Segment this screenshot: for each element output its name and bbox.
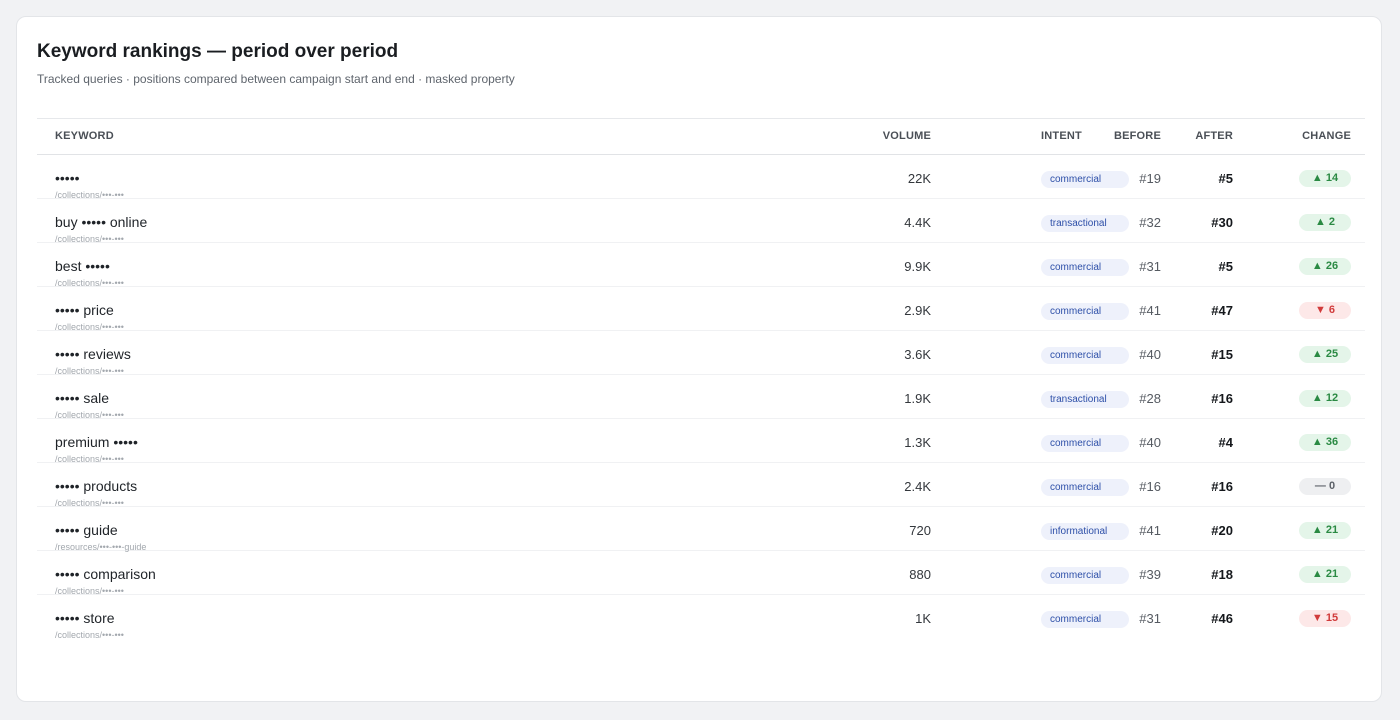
before-position: #31 <box>1139 611 1161 626</box>
after-position: #30 <box>1211 215 1233 230</box>
before-position: #32 <box>1139 215 1161 230</box>
change-badge: ▲ 14 <box>1299 170 1351 187</box>
change-badge: ▼ 15 <box>1299 610 1351 627</box>
change-badge: ▲ 21 <box>1299 566 1351 583</box>
keyword-text: best ••••• <box>55 258 110 274</box>
table-row[interactable]: ••••• price /collections/•••-••• 2.9K co… <box>37 287 1365 332</box>
keyword-text: buy ••••• online <box>55 214 148 230</box>
volume-value: 3.6K <box>904 347 931 362</box>
table-row[interactable]: best ••••• /collections/•••-••• 9.9K com… <box>37 243 1365 288</box>
volume-value: 880 <box>909 567 931 582</box>
keyword-text: ••••• guide <box>55 522 118 538</box>
after-position: #5 <box>1218 259 1233 274</box>
change-badge: ▼ 6 <box>1299 302 1351 319</box>
change-badge: ▲ 21 <box>1299 522 1351 539</box>
keyword-text: ••••• reviews <box>55 346 131 362</box>
after-position: #15 <box>1211 347 1233 362</box>
intent-badge: commercial <box>1041 611 1129 628</box>
intent-badge: commercial <box>1041 171 1129 188</box>
rankings-card: Keyword rankings — period over period Tr… <box>16 16 1382 702</box>
after-position: #20 <box>1211 523 1233 538</box>
change-badge: ▲ 36 <box>1299 434 1351 451</box>
keyword-text: ••••• products <box>55 478 138 494</box>
change-badge: ▲ 2 <box>1299 214 1351 231</box>
table-body: ••••• /collections/•••-••• 22K commercia… <box>37 155 1365 640</box>
intent-badge: commercial <box>1041 479 1129 496</box>
before-position: #31 <box>1139 259 1161 274</box>
intent-badge: informational <box>1041 523 1129 540</box>
before-position: #28 <box>1139 391 1161 406</box>
volume-value: 1K <box>915 611 931 626</box>
volume-value: 4.4K <box>904 215 931 230</box>
after-position: #5 <box>1218 171 1233 186</box>
intent-badge: transactional <box>1041 215 1129 232</box>
keyword-text: ••••• sale <box>55 390 110 406</box>
volume-value: 1.9K <box>904 391 931 406</box>
column-header-after[interactable]: AFTER <box>1195 130 1233 142</box>
after-position: #18 <box>1211 567 1233 582</box>
rankings-table: KEYWORD VOLUME INTENT BEFORE AFTER CHANG… <box>37 118 1365 640</box>
keyword-text: ••••• price <box>55 302 114 318</box>
intent-badge: transactional <box>1041 391 1129 408</box>
keyword-text: premium ••••• <box>55 434 138 450</box>
before-position: #16 <box>1139 479 1161 494</box>
column-header-volume[interactable]: VOLUME <box>883 130 931 142</box>
keyword-text: ••••• store <box>55 610 115 626</box>
before-position: #41 <box>1139 523 1161 538</box>
intent-badge: commercial <box>1041 303 1129 320</box>
table-row[interactable]: ••••• store /collections/•••-••• 1K comm… <box>37 595 1365 640</box>
volume-value: 720 <box>909 523 931 538</box>
before-position: #40 <box>1139 347 1161 362</box>
page-title: Keyword rankings — period over period <box>37 41 399 62</box>
table-header: KEYWORD VOLUME INTENT BEFORE AFTER CHANG… <box>37 118 1365 155</box>
intent-badge: commercial <box>1041 347 1129 364</box>
column-header-change[interactable]: CHANGE <box>1302 130 1351 142</box>
table-row[interactable]: ••••• sale /collections/•••-••• 1.9K tra… <box>37 375 1365 420</box>
volume-value: 1.3K <box>904 435 931 450</box>
change-badge: ▲ 12 <box>1299 390 1351 407</box>
page-subtitle: Tracked queries · positions compared bet… <box>37 72 515 86</box>
keyword-text: ••••• <box>55 170 80 186</box>
intent-badge: commercial <box>1041 435 1129 452</box>
after-position: #47 <box>1211 303 1233 318</box>
table-row[interactable]: ••••• comparison /collections/•••-••• 88… <box>37 551 1365 596</box>
table-row[interactable]: premium ••••• /collections/•••-••• 1.3K … <box>37 419 1365 464</box>
after-position: #16 <box>1211 479 1233 494</box>
volume-value: 22K <box>907 171 931 186</box>
after-position: #46 <box>1211 611 1233 626</box>
column-header-intent[interactable]: INTENT <box>1041 130 1082 142</box>
intent-badge: commercial <box>1041 567 1129 584</box>
column-header-before[interactable]: BEFORE <box>1114 130 1161 142</box>
intent-badge: commercial <box>1041 259 1129 276</box>
volume-value: 2.4K <box>904 479 931 494</box>
before-position: #41 <box>1139 303 1161 318</box>
change-badge: ▲ 25 <box>1299 346 1351 363</box>
landing-url: /collections/•••-••• <box>55 630 124 640</box>
table-row[interactable]: ••••• /collections/•••-••• 22K commercia… <box>37 155 1365 200</box>
table-row[interactable]: ••••• reviews /collections/•••-••• 3.6K … <box>37 331 1365 376</box>
table-row[interactable]: buy ••••• online /collections/•••-••• 4.… <box>37 199 1365 244</box>
table-row[interactable]: ••••• products /collections/•••-••• 2.4K… <box>37 463 1365 508</box>
table-row[interactable]: ••••• guide /resources/•••-•••-guide 720… <box>37 507 1365 552</box>
volume-value: 2.9K <box>904 303 931 318</box>
change-badge: — 0 <box>1299 478 1351 495</box>
after-position: #4 <box>1218 435 1233 450</box>
before-position: #40 <box>1139 435 1161 450</box>
before-position: #39 <box>1139 567 1161 582</box>
before-position: #19 <box>1139 171 1161 186</box>
column-header-keyword[interactable]: KEYWORD <box>55 130 114 142</box>
change-badge: ▲ 26 <box>1299 258 1351 275</box>
after-position: #16 <box>1211 391 1233 406</box>
keyword-text: ••••• comparison <box>55 566 156 582</box>
volume-value: 9.9K <box>904 259 931 274</box>
